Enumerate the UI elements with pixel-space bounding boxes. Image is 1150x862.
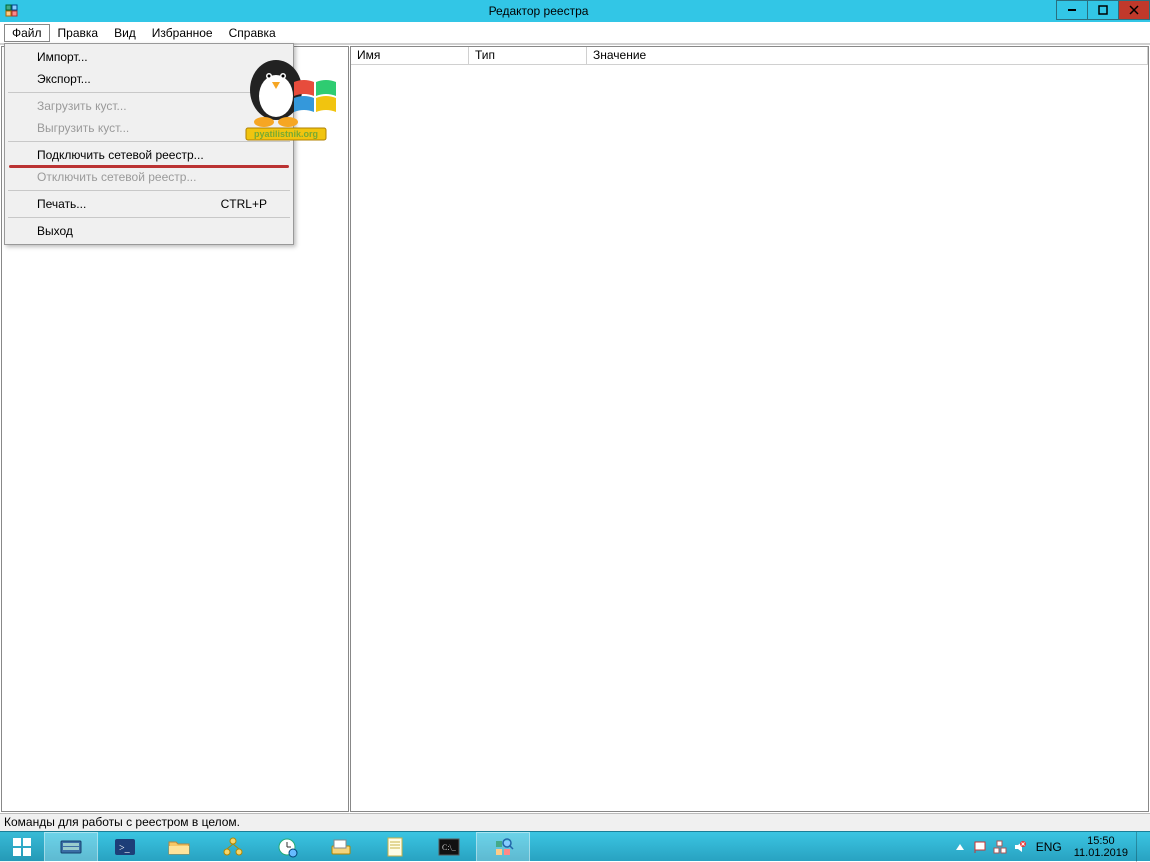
shortcut-label: CTRL+P: [221, 197, 267, 211]
window-title: Редактор реестра: [20, 4, 1057, 18]
taskbar: >_ C:\_ ENG 15:50 11.01.2019: [0, 831, 1150, 861]
tray-volume-icon[interactable]: [1012, 839, 1028, 855]
menu-separator: [8, 141, 290, 142]
file-menu-dropdown: Импорт... Экспорт... Загрузить куст... В…: [4, 43, 294, 245]
tray-clock[interactable]: 15:50 11.01.2019: [1070, 835, 1132, 859]
regedit-icon: [4, 3, 20, 19]
tray-time: 15:50: [1074, 835, 1128, 847]
menu-separator: [8, 217, 290, 218]
menu-favorites[interactable]: Избранное: [144, 24, 221, 42]
menu-item-disconnect-network-registry: Отключить сетевой реестр...: [7, 166, 291, 188]
menu-bar: Файл Правка Вид Избранное Справка: [0, 22, 1150, 44]
task-server-manager[interactable]: [44, 832, 98, 862]
column-type[interactable]: Тип: [469, 47, 587, 64]
task-clock[interactable]: [260, 832, 314, 862]
menu-edit[interactable]: Правка: [50, 24, 107, 42]
menu-item-connect-network-registry[interactable]: Подключить сетевой реестр...: [7, 144, 291, 166]
maximize-button[interactable]: [1087, 0, 1119, 20]
column-value[interactable]: Значение: [587, 47, 1148, 64]
menu-item-unload-hive: Выгрузить куст...: [7, 117, 291, 139]
tray-date: 11.01.2019: [1074, 847, 1128, 859]
task-powershell[interactable]: >_: [98, 832, 152, 862]
task-regedit[interactable]: [476, 832, 530, 862]
status-bar: Команды для работы с реестром в целом.: [0, 813, 1150, 831]
menu-item-load-hive: Загрузить куст...: [7, 95, 291, 117]
status-text: Команды для работы с реестром в целом.: [4, 815, 240, 829]
tray-language[interactable]: ENG: [1032, 840, 1066, 854]
menu-item-import[interactable]: Импорт...: [7, 46, 291, 68]
menu-separator: [8, 190, 290, 191]
start-button[interactable]: [0, 832, 44, 862]
minimize-button[interactable]: [1056, 0, 1088, 20]
tray-flag-icon[interactable]: [972, 839, 988, 855]
list-header: Имя Тип Значение: [351, 47, 1148, 65]
svg-text:>_: >_: [119, 843, 131, 854]
tray-up-icon[interactable]: [952, 839, 968, 855]
task-cmd[interactable]: C:\_: [422, 832, 476, 862]
menu-separator: [8, 92, 290, 93]
menu-file[interactable]: Файл: [4, 24, 50, 42]
tray-network-icon[interactable]: [992, 839, 1008, 855]
task-network[interactable]: [206, 832, 260, 862]
show-desktop-button[interactable]: [1136, 832, 1144, 862]
menu-help[interactable]: Справка: [221, 24, 284, 42]
menu-item-print[interactable]: Печать...CTRL+P: [7, 193, 291, 215]
svg-text:C:\_: C:\_: [442, 843, 457, 852]
task-explorer[interactable]: [152, 832, 206, 862]
system-tray: ENG 15:50 11.01.2019: [952, 832, 1150, 861]
registry-values-pane[interactable]: Имя Тип Значение: [350, 46, 1149, 812]
menu-item-exit[interactable]: Выход: [7, 220, 291, 242]
window-titlebar: Редактор реестра: [0, 0, 1150, 22]
menu-view[interactable]: Вид: [106, 24, 144, 42]
task-app-1[interactable]: [314, 832, 368, 862]
close-button[interactable]: [1118, 0, 1150, 20]
menu-item-export[interactable]: Экспорт...: [7, 68, 291, 90]
column-name[interactable]: Имя: [351, 47, 469, 64]
task-notepad[interactable]: [368, 832, 422, 862]
